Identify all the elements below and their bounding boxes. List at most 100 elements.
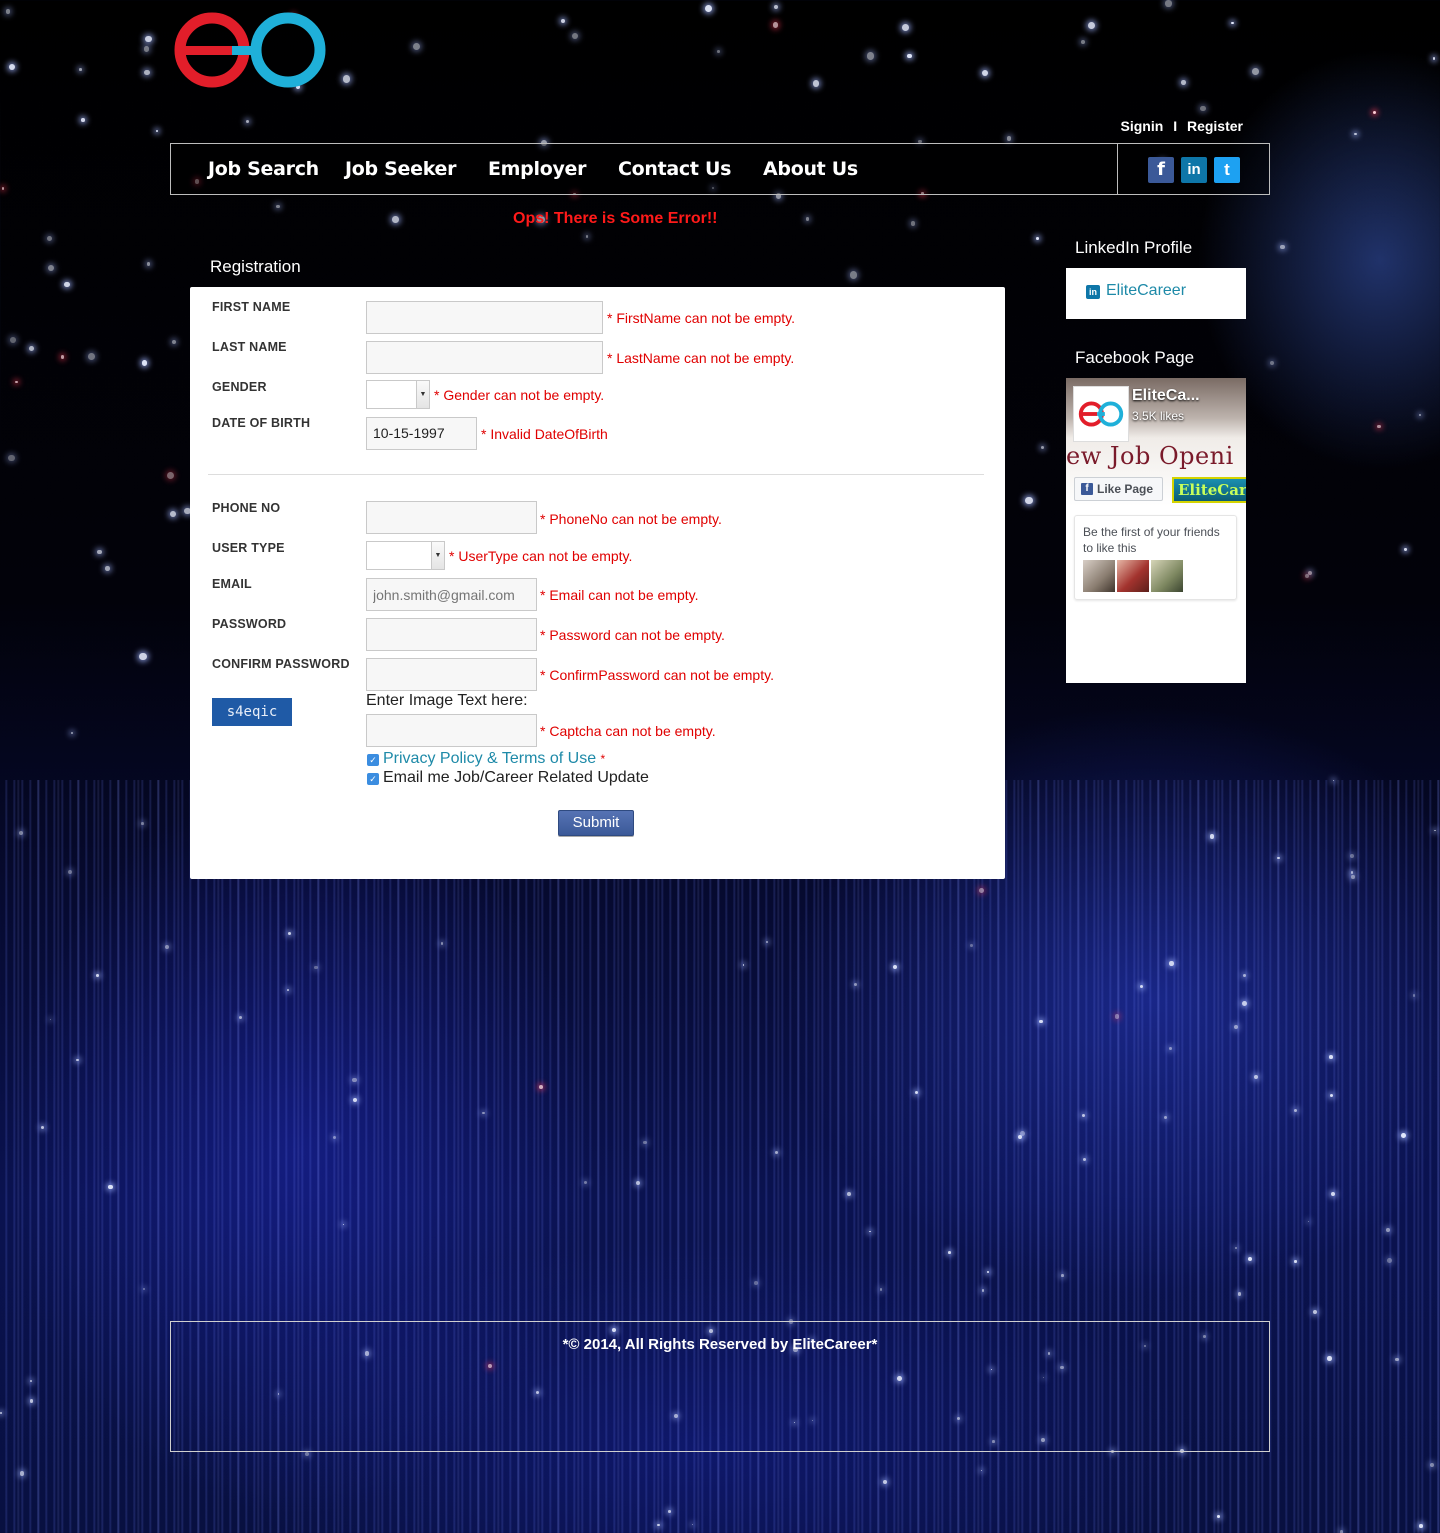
friend-avatar[interactable] (1151, 560, 1183, 592)
elitecareer-logo[interactable] (172, 8, 332, 94)
signin-link[interactable]: Signin (1121, 118, 1164, 134)
sparkle (166, 471, 175, 480)
date-of-birth-input[interactable]: 10-15-1997 (366, 417, 477, 450)
sparkle (1036, 236, 1040, 240)
last-name-label: LAST NAME (212, 340, 287, 354)
sparkle (1088, 21, 1096, 29)
friend-avatar[interactable] (1117, 560, 1149, 592)
facebook-widget: ew Job Openi EliteCa... 3.5K likes f Lik… (1066, 378, 1246, 683)
sparkle (88, 352, 95, 360)
sparkle (775, 1151, 779, 1155)
sparkle (164, 945, 169, 950)
sparkle (391, 216, 399, 223)
required-marker: * (600, 752, 606, 766)
sparkle (1039, 1019, 1043, 1024)
sparkle (1385, 1227, 1390, 1232)
sparkle (143, 1288, 146, 1291)
sparkle (981, 69, 988, 76)
sparkle (482, 1111, 486, 1115)
gender-select[interactable]: ▼ (366, 380, 430, 409)
sparkle (1329, 1055, 1333, 1060)
sparkle (765, 941, 768, 944)
sparkle (239, 1015, 243, 1019)
sparkle (914, 1090, 918, 1094)
copyright-text: *© 2014, All Rights Reserved by EliteCar… (562, 1336, 878, 1353)
captcha-image: s4eqic (212, 698, 292, 726)
linkedin-profile-box: in EliteCareer (1066, 268, 1246, 319)
sparkle (902, 24, 910, 32)
sparkle (75, 1058, 79, 1062)
email-updates-checkbox[interactable]: ✓ (367, 773, 379, 785)
sparkle (143, 46, 150, 52)
facebook-page-name[interactable]: EliteCa... (1132, 387, 1200, 405)
submit-button[interactable]: Submit (558, 810, 634, 836)
auth-links: Signin I Register (1121, 118, 1243, 134)
register-link[interactable]: Register (1187, 118, 1243, 134)
phone-no-input[interactable] (366, 501, 537, 534)
sparkle (170, 511, 177, 517)
sparkle (46, 236, 52, 242)
footer: *© 2014, All Rights Reserved by EliteCar… (170, 1321, 1270, 1452)
sparkle (867, 52, 875, 60)
sparkle (30, 1379, 32, 1382)
sparkle (1432, 57, 1436, 60)
sparkle (910, 221, 916, 226)
nav-job-seeker[interactable]: Job Seeker (345, 158, 456, 180)
sparkle (96, 549, 102, 555)
sparkle (1114, 1014, 1120, 1019)
sparkle (1248, 1256, 1253, 1261)
sparkle (753, 1280, 758, 1285)
nav-employer[interactable]: Employer (488, 158, 586, 180)
privacy-checkbox[interactable]: ✓ (367, 754, 379, 766)
sparkle (144, 69, 151, 76)
facebook-page-avatar[interactable] (1073, 386, 1129, 442)
sparkle (105, 566, 110, 571)
nav-about-us[interactable]: About Us (763, 158, 858, 180)
facebook-like-page-button[interactable]: f Like Page (1074, 477, 1163, 501)
password-error: * Password can not be empty. (540, 627, 725, 643)
confirm-password-input[interactable] (366, 658, 537, 691)
sparkle (1351, 875, 1355, 879)
sparkle (342, 75, 351, 83)
date-of-birth-label: DATE OF BIRTH (212, 416, 311, 430)
chevron-down-icon: ▼ (416, 381, 429, 408)
sparkle (982, 1289, 985, 1292)
first-name-input[interactable] (366, 301, 603, 334)
sparkle (980, 1469, 982, 1472)
password-input[interactable] (366, 618, 537, 651)
sparkle (1280, 244, 1285, 249)
sparkle (440, 942, 444, 945)
sparkle (892, 965, 898, 970)
sparkle (333, 1136, 337, 1140)
date-of-birth-error: * Invalid DateOfBirth (481, 426, 608, 442)
twitter-icon[interactable]: t (1214, 157, 1240, 183)
linkedin-profile-link[interactable]: EliteCareer (1106, 282, 1186, 300)
linkedin-icon[interactable]: in (1181, 157, 1207, 183)
sparkle (314, 965, 318, 970)
sparkle (276, 204, 280, 209)
friend-avatar[interactable] (1083, 560, 1115, 592)
sparkle (668, 1509, 671, 1513)
sparkle (1169, 961, 1174, 966)
last-name-input[interactable] (366, 341, 603, 374)
sparkle (141, 360, 148, 366)
sparkle (1018, 1135, 1023, 1140)
facebook-cover-text: ew Job Openi (1066, 442, 1234, 470)
email-updates-label: Email me Job/Career Related Update (383, 769, 649, 786)
sparkle (1404, 548, 1407, 551)
captcha-input[interactable] (366, 714, 537, 747)
email-field[interactable] (366, 578, 537, 611)
user-type-select[interactable]: ▼ (366, 541, 445, 570)
nav-job-search[interactable]: Job Search (208, 158, 319, 180)
sparkle (49, 1018, 51, 1021)
privacy-policy-link[interactable]: Privacy Policy & Terms of Use (383, 750, 596, 767)
sparkle (412, 43, 420, 51)
facebook-friends-text: Be the first of your friends to like thi… (1083, 525, 1220, 555)
sparkle (948, 1250, 952, 1254)
auth-separator: I (1173, 118, 1178, 134)
sparkle (657, 1523, 660, 1527)
sparkle (1401, 1133, 1407, 1139)
facebook-icon[interactable]: f (1148, 157, 1174, 183)
nav-contact-us[interactable]: Contact Us (618, 158, 731, 180)
sparkle (1242, 973, 1247, 978)
